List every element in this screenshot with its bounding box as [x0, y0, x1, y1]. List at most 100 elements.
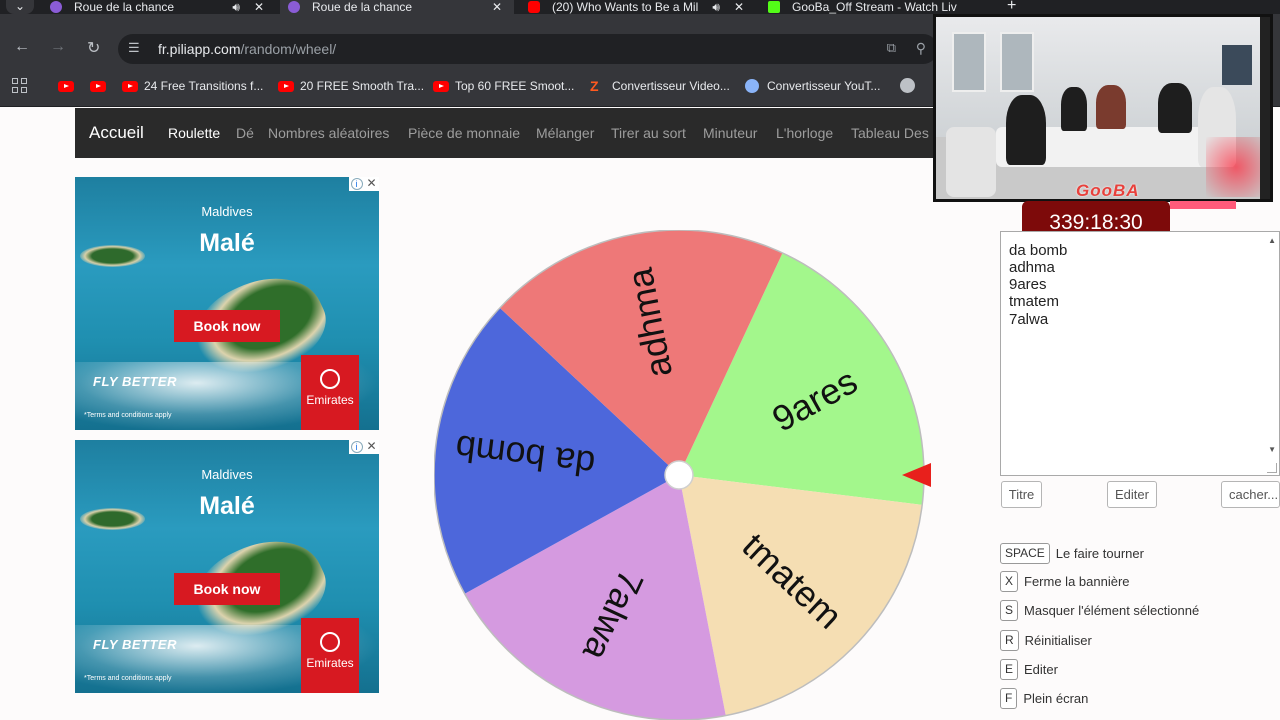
- nav-link-melanger[interactable]: Mélanger: [536, 125, 594, 141]
- site-info-tune-icon[interactable]: ☰: [128, 40, 140, 56]
- shortcut-label: Ferme la bannière: [1024, 574, 1130, 589]
- webcam-person-image: [1061, 87, 1087, 131]
- ad-book-now-button[interactable]: Book now: [174, 310, 280, 342]
- shortcut-row: R Réinitialiser: [1000, 630, 1092, 651]
- ad-destination-small: Maldives: [201, 467, 253, 482]
- youtube-icon: [90, 80, 106, 92]
- ad-banner-1[interactable]: Maldives Malé Book now FLY BETTER *Terms…: [75, 177, 379, 430]
- globe-icon[interactable]: [900, 78, 915, 93]
- browser-tab-strip: ⌄ Roue de la chance 🔊︎ ✕ Roue de la chanc…: [0, 0, 1280, 14]
- emirates-crest-icon: [320, 632, 340, 652]
- browser-tab-2[interactable]: Roue de la chance ✕: [280, 0, 514, 14]
- ad-info-icon[interactable]: i: [350, 178, 363, 190]
- site-navbar: Accueil Roulette Dé Nombres aléatoires P…: [75, 108, 945, 158]
- scroll-down-arrow-icon[interactable]: ▼: [1268, 445, 1276, 454]
- resize-grip-icon[interactable]: [1267, 463, 1277, 473]
- hide-button[interactable]: cacher...: [1221, 481, 1280, 508]
- tab-title: Roue de la chance: [74, 0, 175, 14]
- swirl-icon: [745, 79, 759, 93]
- emirates-logo: Emirates: [301, 618, 359, 693]
- title-button[interactable]: Titre: [1001, 481, 1042, 508]
- nav-link-tirer-au-sort[interactable]: Tirer au sort: [611, 125, 686, 141]
- bookmark-item[interactable]: Z Convertisseur Video...: [590, 78, 730, 94]
- ad-book-now-button[interactable]: Book now: [174, 573, 280, 605]
- webcam-person-image: [1006, 95, 1046, 165]
- entries-textarea[interactable]: da bomb adhma 9ares tmatem 7alwa ▲ ▼: [1000, 231, 1280, 476]
- nav-link-de[interactable]: Dé: [236, 125, 254, 141]
- kick-favicon-icon: [768, 1, 780, 13]
- site-brand-link[interactable]: Accueil: [89, 123, 144, 143]
- webcam-overlay: GooBA: [933, 14, 1273, 202]
- reload-icon[interactable]: ↻: [87, 38, 100, 58]
- tab-title: Roue de la chance: [312, 0, 413, 14]
- ad-destination-small: Maldives: [201, 204, 253, 219]
- ad-banner-2[interactable]: Maldives Malé Book now FLY BETTER *Terms…: [75, 440, 379, 693]
- bookmark-item[interactable]: [58, 78, 80, 94]
- browser-tab-4[interactable]: GooBa_Off Stream - Watch Liv: [768, 0, 1000, 14]
- webcam-frame-edge: [1260, 17, 1270, 199]
- url-path: /random/wheel/: [240, 41, 337, 57]
- ad-close-icon[interactable]: ✕: [366, 177, 378, 190]
- ad-info-icon[interactable]: i: [350, 441, 363, 453]
- emirates-logo: Emirates: [301, 355, 359, 430]
- entry-line: 7alwa: [1009, 311, 1049, 328]
- entry-line: 9ares: [1009, 276, 1047, 293]
- translate-icon[interactable]: ⧉: [887, 40, 896, 56]
- key-badge: S: [1000, 600, 1019, 621]
- youtube-icon: [278, 80, 294, 92]
- bookmark-item[interactable]: [90, 78, 112, 94]
- address-bar[interactable]: ☰ fr.piliapp.com/random/wheel/ ⧉ ⚲: [118, 34, 938, 64]
- key-badge: R: [1000, 630, 1019, 651]
- textarea-scrollbar[interactable]: ▲ ▼: [1265, 232, 1279, 475]
- tab-title: GooBa_Off Stream - Watch Liv: [792, 0, 957, 14]
- close-icon[interactable]: ✕: [734, 0, 744, 14]
- youtube-favicon-icon: [528, 1, 540, 13]
- bookmark-item[interactable]: Convertisseur YouT...: [745, 78, 880, 94]
- timer-accent-bar: [1170, 201, 1236, 209]
- emirates-brand-text: Emirates: [306, 393, 354, 407]
- forward-arrow-icon[interactable]: →: [50, 38, 66, 56]
- ad-close-icon[interactable]: ✕: [366, 440, 378, 453]
- browser-tab-3[interactable]: (20) Who Wants to Be a Mil 🔊︎ ✕: [528, 0, 750, 14]
- apps-grid-icon[interactable]: [12, 78, 28, 94]
- screen: ⌄ Roue de la chance 🔊︎ ✕ Roue de la chanc…: [0, 0, 1280, 720]
- entry-line: da bomb: [1009, 242, 1068, 259]
- key-badge: F: [1000, 688, 1018, 709]
- bookmark-item[interactable]: Top 60 FREE Smoot...: [433, 78, 574, 94]
- edit-button[interactable]: Editer: [1107, 481, 1157, 508]
- bookmark-item[interactable]: 20 FREE Smooth Tra...: [278, 78, 424, 94]
- close-icon[interactable]: ✕: [254, 0, 264, 14]
- nav-link-tableau[interactable]: Tableau Des: [851, 125, 929, 141]
- bookmark-label: Top 60 FREE Smoot...: [455, 79, 575, 93]
- url-text: fr.piliapp.com/random/wheel/: [158, 41, 336, 57]
- ad-controls: i ✕: [349, 177, 379, 191]
- ad-terms: *Terms and conditions apply: [84, 412, 172, 419]
- bookmark-label: Convertisseur Video...: [612, 79, 730, 93]
- close-icon[interactable]: ✕: [492, 0, 502, 14]
- nav-link-piece-de-monnaie[interactable]: Pièce de monnaie: [408, 125, 520, 141]
- nav-link-nombres-aleatoires[interactable]: Nombres aléatoires: [268, 125, 389, 141]
- entry-line: tmatem: [1009, 293, 1060, 310]
- stream-logo: GooBA: [1076, 181, 1140, 200]
- emirates-crest-icon: [320, 369, 340, 389]
- webcam-window-image: [952, 32, 986, 92]
- tab-search-chevron-icon[interactable]: ⌄: [6, 0, 34, 14]
- wheel-favicon-icon: [50, 1, 62, 13]
- zoom-magnifier-icon[interactable]: ⚲: [916, 40, 926, 57]
- speaker-icon[interactable]: 🔊︎: [712, 0, 720, 14]
- nav-link-horloge[interactable]: L'horloge: [776, 125, 833, 141]
- nav-link-minuteur[interactable]: Minuteur: [703, 125, 757, 141]
- key-badge: SPACE: [1000, 543, 1050, 564]
- ad-controls: i ✕: [349, 440, 379, 454]
- browser-tab-1[interactable]: Roue de la chance 🔊︎ ✕: [50, 0, 278, 14]
- speaker-icon[interactable]: 🔊︎: [232, 0, 240, 14]
- scroll-up-arrow-icon[interactable]: ▲: [1268, 236, 1276, 245]
- new-tab-plus-icon[interactable]: +: [1007, 0, 1016, 14]
- shortcut-label: Masquer l'élément sélectionné: [1024, 603, 1200, 618]
- bookmark-item[interactable]: 24 Free Transitions f...: [122, 78, 263, 94]
- back-arrow-icon[interactable]: ←: [14, 38, 30, 56]
- url-host: fr.piliapp.com: [158, 41, 241, 57]
- nav-link-roulette[interactable]: Roulette: [168, 125, 220, 141]
- wheel-favicon-icon: [288, 1, 300, 13]
- spin-wheel[interactable]: 9arestmatem7alwada bombadhma: [434, 230, 934, 720]
